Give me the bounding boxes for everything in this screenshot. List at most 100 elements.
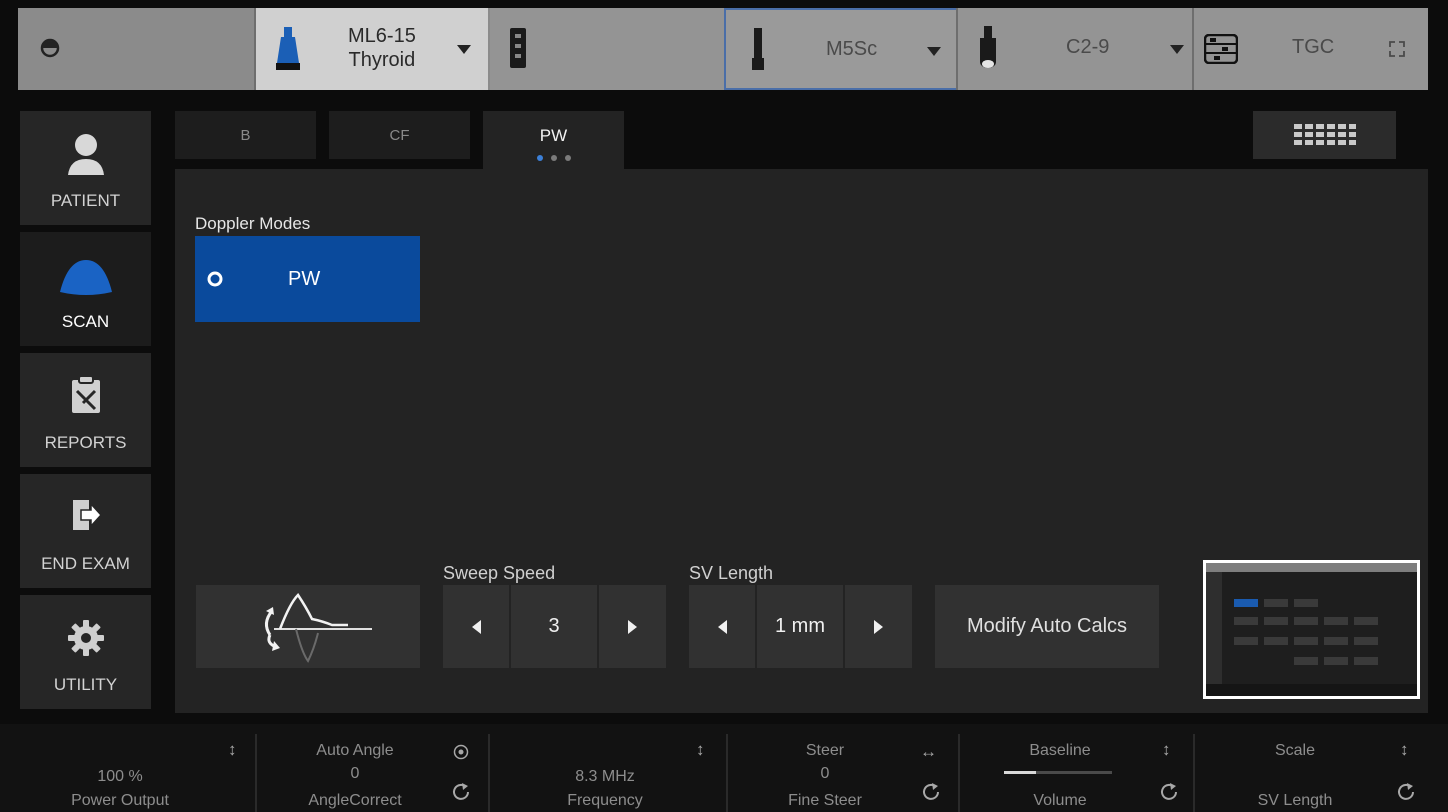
sweep-speed-decrement[interactable] (443, 585, 509, 668)
rotary-top-label: Scale (1274, 742, 1316, 759)
rotary-label: Frequency (567, 792, 643, 809)
tab-pw[interactable]: PW (483, 111, 624, 171)
nav-label: END EXAM (41, 554, 130, 573)
page-dot (550, 155, 557, 161)
rotate-icon (923, 783, 939, 800)
nav-label: REPORTS (44, 433, 127, 452)
arrow-left-icon (717, 619, 727, 634)
rotate-icon (453, 783, 469, 800)
probe-name: C2-9 (1066, 36, 1110, 58)
sweep-speed-label: Sweep Speed (443, 563, 556, 583)
pw-mode-button[interactable]: PW (195, 236, 420, 322)
tab-b[interactable]: B (175, 111, 316, 159)
doppler-modes-label: Doppler Modes (195, 214, 311, 233)
nav-label: SCAN (61, 312, 110, 331)
probe-name: ML6-15 (348, 25, 416, 47)
screen-thumbnail[interactable] (1203, 560, 1420, 699)
volume-level-bar (1004, 771, 1112, 774)
chevron-down-icon[interactable] (1170, 45, 1184, 54)
rotary-fine-steer[interactable]: Steer 0 Fine Steer (745, 724, 905, 812)
sector-probe-icon (752, 28, 764, 70)
sweep-speed-increment[interactable] (599, 585, 666, 668)
tgc-icon (1204, 34, 1238, 64)
sv-length-increment[interactable] (845, 585, 912, 668)
exit-icon (72, 500, 102, 530)
page-dot (564, 155, 571, 161)
rotary-volume[interactable]: Baseline Volume (980, 724, 1140, 812)
up-down-arrow-icon: ↕ (1400, 740, 1409, 759)
rotary-label: AngleCorrect (308, 792, 402, 809)
chevron-down-icon[interactable] (927, 47, 941, 56)
rotary-divider (1193, 734, 1195, 812)
gear-icon (67, 620, 104, 656)
nav-label: UTILITY (53, 675, 118, 694)
nav-utility[interactable]: UTILITY (20, 595, 151, 709)
rotary-label: Power Output (71, 792, 169, 809)
modify-auto-calcs-label: Modify Auto Calcs (966, 615, 1128, 637)
sv-length-value-box: 1 mm (757, 585, 843, 668)
nav-reports[interactable]: REPORTS (20, 353, 151, 467)
sweep-speed-value: 3 (548, 615, 560, 637)
pw-mode-label: PW (288, 268, 321, 290)
rotary-divider (488, 734, 490, 812)
rotary-power-output[interactable]: 100 % Power Output (40, 724, 200, 812)
linear-probe-icon (276, 27, 300, 70)
rotary-divider (726, 734, 728, 812)
up-down-arrow-icon: ↕ (1162, 740, 1171, 759)
rotary-label: SV Length (1257, 792, 1333, 809)
chevron-down-icon[interactable] (457, 45, 471, 54)
probe-preset: Thyroid (348, 49, 416, 71)
nav-scan[interactable]: SCAN (20, 232, 151, 346)
rotary-value: 0 (350, 765, 360, 782)
nav-patient[interactable]: PATIENT (20, 111, 151, 225)
reports-icon (71, 375, 100, 413)
home-button[interactable] (18, 8, 254, 90)
thumbnail-preview-image (1206, 563, 1417, 696)
sweep-speed-value-box: 3 (511, 585, 597, 668)
patient-icon (67, 134, 104, 175)
rotary-label: Volume (1033, 792, 1087, 809)
rotary-top-label: Auto Angle (316, 742, 394, 759)
left-right-arrow-icon: ↔ (920, 742, 937, 761)
probe-name: M5Sc (826, 38, 878, 60)
convex-probe-icon (980, 26, 996, 68)
volume-level-fill (1004, 771, 1037, 774)
probe-slot-2[interactable] (490, 8, 724, 90)
modify-auto-calcs-button[interactable]: Modify Auto Calcs (935, 585, 1159, 668)
probe-ml6-15[interactable]: ML6-15 Thyroid (256, 8, 488, 90)
probe-m5sc[interactable]: M5Sc (724, 8, 958, 90)
remote-probe-icon (510, 28, 526, 68)
page-dot (536, 155, 543, 161)
rotary-angle-correct[interactable]: Auto Angle 0 AngleCorrect (275, 724, 435, 812)
invert-spectrum-button[interactable] (196, 585, 420, 668)
invert-spectrum-icon (265, 593, 372, 663)
tgc-label: TGC (1292, 36, 1335, 58)
sv-length-decrement[interactable] (689, 585, 755, 668)
rotary-frequency[interactable]: 8.3 MHz Frequency (510, 724, 700, 812)
up-down-arrow-icon: ↕ (696, 740, 705, 759)
fullscreen-icon[interactable] (1388, 40, 1406, 58)
keyboard-icon (1293, 124, 1356, 145)
rotary-bar: 100 % Power Output ↕ Auto Angle 0 AngleC… (0, 724, 1448, 812)
nav-label: PATIENT (50, 191, 121, 210)
sv-length-label: SV Length (689, 563, 774, 583)
probe-c2-9[interactable]: C2-9 (958, 8, 1192, 90)
tab-cf[interactable]: CF (329, 111, 470, 159)
rotary-label: Fine Steer (788, 792, 862, 809)
tgc-button[interactable]: TGC (1194, 8, 1428, 90)
rotary-divider (255, 734, 257, 812)
scan-icon (59, 260, 112, 295)
keypad-button[interactable] (1253, 111, 1396, 159)
probe-bar: ML6-15 Thyroid M5Sc C2-9 TGC (18, 8, 1428, 90)
arrow-right-icon (628, 619, 637, 634)
rotate-icon (1398, 783, 1414, 800)
rotary-value: 100 % (97, 768, 143, 785)
nav-end-exam[interactable]: END EXAM (20, 474, 151, 588)
tab-label: PW (539, 126, 568, 145)
up-down-arrow-icon: ↕ (228, 740, 237, 759)
tab-label: B (240, 127, 251, 144)
rotary-top-label: Baseline (1029, 742, 1091, 759)
rotary-top-label: Steer (805, 742, 845, 759)
page-indicator (483, 155, 624, 161)
rotary-sv-length[interactable]: Scale SV Length (1215, 724, 1375, 812)
